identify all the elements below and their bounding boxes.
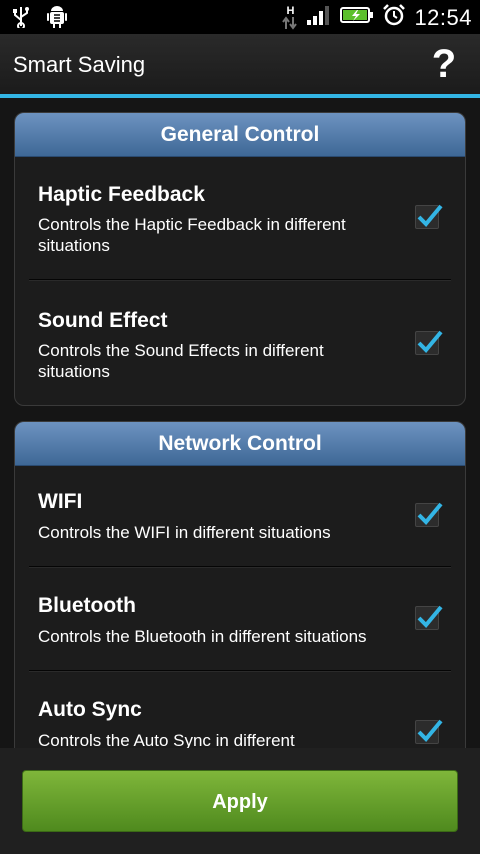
- settings-list[interactable]: General Control Haptic Feedback Controls…: [0, 98, 480, 748]
- page-title: Smart Saving: [13, 52, 146, 77]
- alarm-icon: [382, 3, 406, 32]
- bluetooth-checkbox[interactable]: [415, 605, 443, 630]
- section-network-control: Network Control WIFI Controls the WIFI i…: [14, 421, 466, 748]
- bottom-bar: Apply: [0, 748, 480, 854]
- checkmark-icon: [417, 719, 443, 742]
- setting-title: Haptic Feedback: [38, 183, 205, 206]
- setting-title: Auto Sync: [38, 698, 142, 721]
- setting-description: Controls the Sound Effects in different …: [38, 341, 324, 381]
- help-button[interactable]: ?: [426, 42, 462, 86]
- setting-title: WIFI: [38, 490, 83, 513]
- section-header: General Control: [15, 113, 465, 157]
- setting-title: Bluetooth: [38, 594, 136, 617]
- usb-icon: [12, 6, 30, 33]
- setting-title: Sound Effect: [38, 309, 168, 332]
- setting-description: Controls the Auto Sync in different: [38, 731, 295, 748]
- checkmark-icon: [417, 204, 443, 227]
- section-header: Network Control: [15, 422, 465, 466]
- status-bar: H 12:54: [0, 0, 480, 34]
- haptic-feedback-checkbox[interactable]: [415, 204, 443, 229]
- action-bar: Smart Saving ?: [0, 34, 480, 94]
- wifi-checkbox[interactable]: [415, 502, 443, 527]
- setting-description: Controls the Haptic Feedback in differen…: [38, 215, 346, 255]
- battery-charging-icon: [340, 5, 374, 30]
- network-type-label: H: [286, 4, 295, 17]
- setting-row-bluetooth[interactable]: Bluetooth Controls the Bluetooth in diff…: [15, 566, 465, 670]
- setting-row-auto-sync[interactable]: Auto Sync Controls the Auto Sync in diff…: [15, 670, 465, 748]
- setting-description: Controls the WIFI in different situation…: [38, 523, 331, 542]
- signal-icon: [306, 4, 332, 31]
- clock-time: 12:54: [414, 4, 472, 30]
- setting-row-wifi[interactable]: WIFI Controls the WIFI in different situ…: [15, 466, 465, 566]
- setting-row-sound-effect[interactable]: Sound Effect Controls the Sound Effects …: [15, 279, 465, 405]
- section-general-control: General Control Haptic Feedback Controls…: [14, 112, 466, 406]
- apply-button[interactable]: Apply: [22, 770, 458, 832]
- setting-description: Controls the Bluetooth in different situ…: [38, 627, 367, 646]
- android-debug-icon: [46, 5, 68, 34]
- checkmark-icon: [417, 605, 443, 628]
- data-transfer-icon: H: [282, 4, 298, 30]
- sound-effect-checkbox[interactable]: [415, 330, 443, 355]
- auto-sync-checkbox[interactable]: [415, 719, 443, 744]
- checkmark-icon: [417, 330, 443, 353]
- setting-row-haptic-feedback[interactable]: Haptic Feedback Controls the Haptic Feed…: [15, 157, 465, 279]
- checkmark-icon: [417, 502, 443, 525]
